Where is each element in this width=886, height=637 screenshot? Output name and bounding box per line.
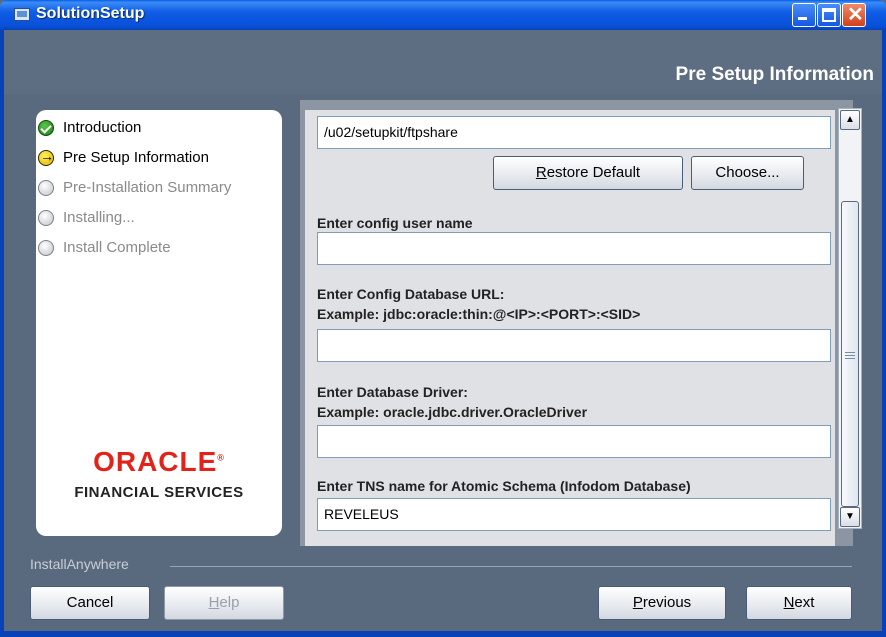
config-db-url-label: Enter Config Database URL:	[317, 286, 505, 302]
step-label: Installing...	[63, 209, 135, 226]
previous-mnemonic: P	[632, 594, 643, 611]
step-pre-setup-information: Pre Setup Information	[36, 148, 282, 170]
pending-circle-icon	[38, 210, 54, 226]
minimize-icon	[798, 17, 807, 20]
caret-up-icon: ▲	[845, 114, 855, 125]
previous-rest: revious	[642, 594, 692, 611]
choose-button[interactable]: Choose...	[691, 156, 804, 190]
installanywhere-label: InstallAnywhere	[30, 556, 129, 572]
maximize-button[interactable]	[817, 3, 841, 27]
help-mnemonic: H	[208, 594, 220, 611]
next-button[interactable]: Next	[746, 586, 852, 620]
next-rest: ext	[794, 594, 815, 611]
config-user-field[interactable]	[317, 232, 831, 265]
app-icon	[14, 8, 30, 21]
step-header: Pre Setup Information	[0, 30, 886, 94]
config-db-url-example: Example: jdbc:oracle:thin:@<IP>:<PORT>:<…	[317, 306, 641, 322]
cancel-button[interactable]: Cancel	[30, 586, 150, 620]
caret-down-icon: ▼	[845, 511, 855, 522]
scroll-up-button[interactable]: ▲	[840, 110, 860, 130]
window-frame-left	[0, 94, 4, 637]
logo-tagline: FINANCIAL SERVICES	[74, 484, 244, 501]
window-frame-right	[882, 94, 886, 637]
step-installing: Installing...	[36, 208, 282, 230]
db-driver-label: Enter Database Driver:	[317, 384, 468, 400]
cancel-label: Cancel	[66, 594, 114, 611]
steps-panel: Introduction Pre Setup Information Pre-I…	[36, 110, 282, 536]
previous-button[interactable]: Previous	[598, 586, 726, 620]
tns-name-field[interactable]: REVELEUS	[317, 498, 831, 531]
form-scroll-area[interactable]: /u02/setupkit/ftpshare Restore Default C…	[305, 110, 835, 546]
logo-brand: ORACLE	[93, 446, 218, 477]
arrow-right-icon	[38, 148, 54, 166]
form-scrollbar[interactable]: ▲ ▼	[838, 108, 862, 529]
minimize-button[interactable]	[792, 3, 816, 27]
tns-name-label: Enter TNS name for Atomic Schema (Infodo…	[317, 478, 691, 494]
title-bar[interactable]: SolutionSetup ✕	[0, 0, 886, 30]
scroll-down-button[interactable]: ▼	[840, 507, 860, 527]
restore-default-rest: estore Default	[546, 164, 641, 181]
oracle-logo: ORACLE® FINANCIAL SERVICES	[36, 446, 282, 501]
step-label: Pre-Installation Summary	[63, 179, 232, 196]
window-frame-bottom	[0, 631, 886, 637]
help-rest: elp	[219, 594, 240, 611]
step-label: Install Complete	[63, 239, 171, 256]
restore-default-mnemonic: R	[535, 164, 547, 181]
restore-default-button[interactable]: Restore Default	[493, 156, 683, 190]
pending-circle-icon	[38, 240, 54, 256]
footer-divider	[170, 566, 852, 567]
close-icon: ✕	[847, 4, 864, 26]
db-driver-field[interactable]	[317, 425, 831, 458]
db-driver-example: Example: oracle.jdbc.driver.OracleDriver	[317, 404, 588, 420]
next-mnemonic: N	[783, 594, 795, 611]
ftp-share-path-field[interactable]: /u02/setupkit/ftpshare	[317, 116, 831, 149]
step-title: Pre Setup Information	[675, 64, 874, 85]
help-button[interactable]: Help	[164, 586, 284, 620]
config-db-url-field[interactable]	[317, 329, 831, 362]
step-install-complete: Install Complete	[36, 238, 282, 260]
config-user-label: Enter config user name	[317, 215, 473, 231]
step-label: Pre Setup Information	[63, 149, 209, 166]
step-introduction: Introduction	[36, 118, 282, 140]
maximize-icon	[822, 8, 836, 22]
choose-label: Choose...	[715, 164, 780, 181]
pending-circle-icon	[38, 180, 54, 196]
scrollbar-thumb[interactable]	[841, 201, 859, 507]
step-label: Introduction	[63, 119, 142, 136]
grip-icon	[845, 352, 855, 353]
close-button[interactable]: ✕	[842, 3, 866, 27]
check-icon	[38, 120, 54, 136]
window-title: SolutionSetup	[36, 5, 145, 22]
step-pre-installation-summary: Pre-Installation Summary	[36, 178, 282, 200]
form-panel: /u02/setupkit/ftpshare Restore Default C…	[300, 100, 853, 546]
